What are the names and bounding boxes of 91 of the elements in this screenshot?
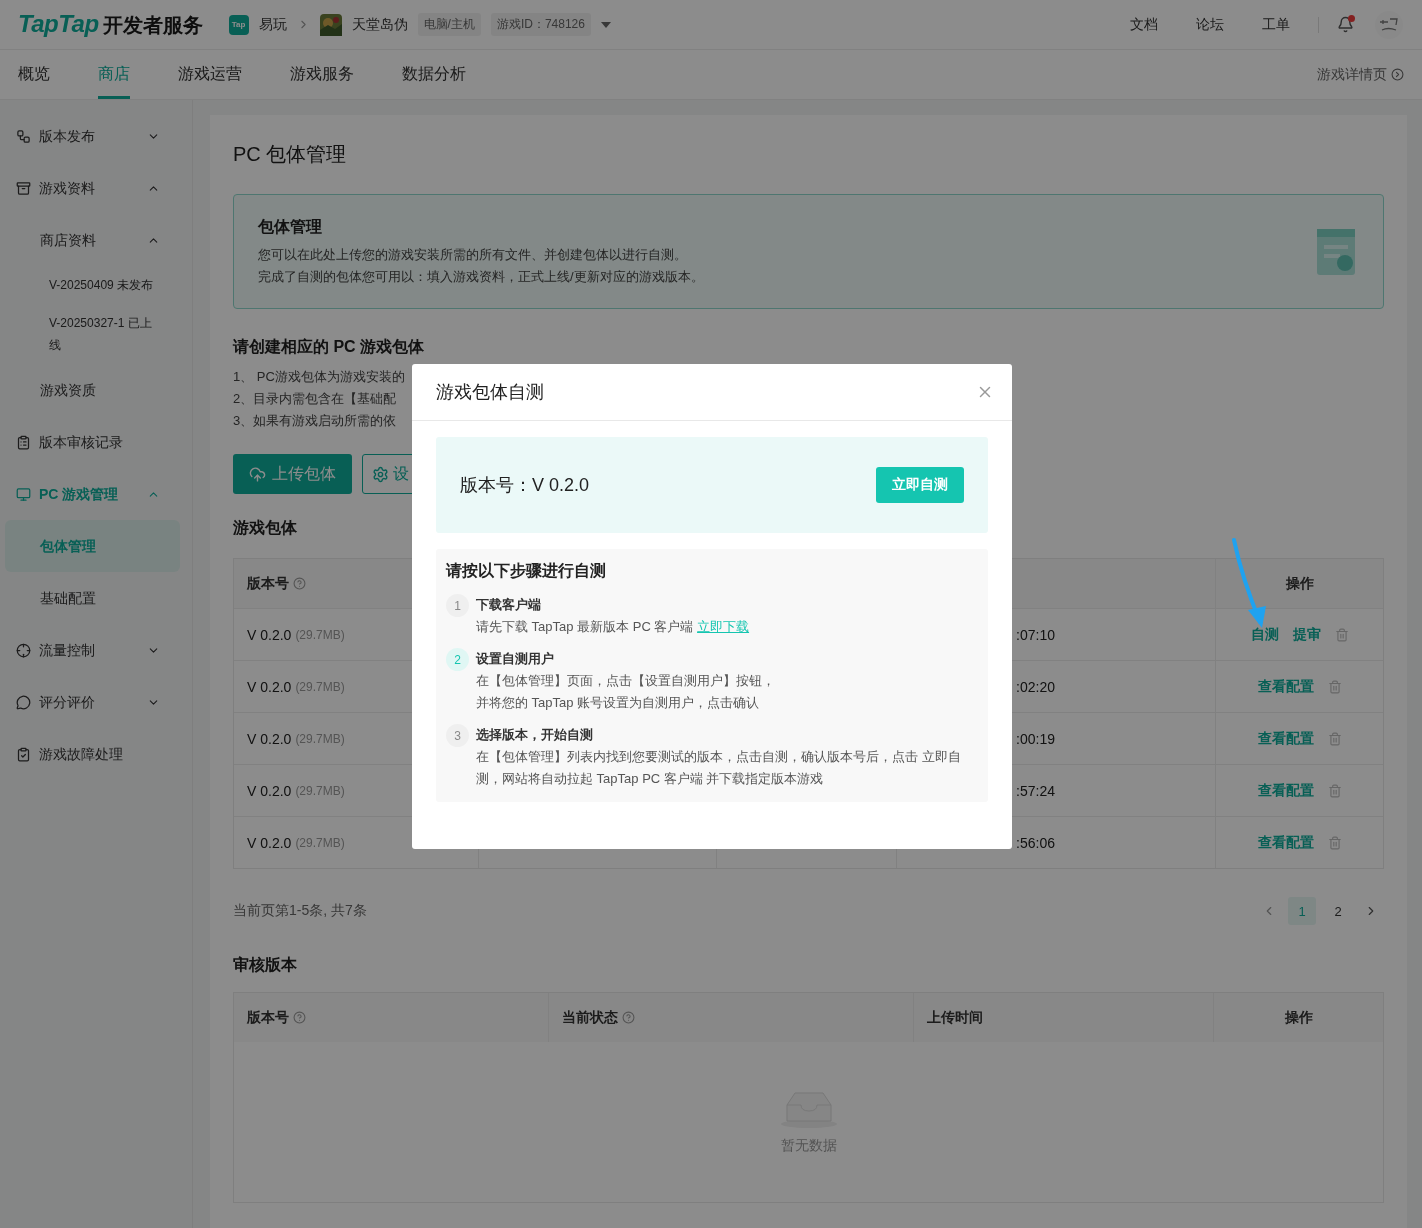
- version-label: 版本号：V 0.2.0: [460, 474, 590, 497]
- step-text: 请先下载 TapTap 最新版本 PC 客户端 立即下载: [476, 618, 750, 636]
- column-header: 版本号: [247, 1008, 289, 1027]
- sidebar-item[interactable]: 版本审核记录: [5, 416, 180, 468]
- info-text: 完成了自测的包体您可用以：填入游戏资料，正式上线/更新对应的游戏版本。: [258, 268, 704, 286]
- info-title: 包体管理: [258, 217, 323, 237]
- step-number: 2: [446, 648, 469, 671]
- section-title: 审核版本: [233, 955, 298, 975]
- section-title: 请创建相应的 PC 游戏包体: [233, 337, 426, 357]
- size-text: (29.7MB): [295, 627, 345, 642]
- upload-time: :56:06: [1016, 834, 1055, 851]
- column-header: 当前状态: [562, 1008, 618, 1027]
- menu-item-icon: [16, 128, 31, 144]
- step-title: 设置自测用户: [476, 650, 555, 668]
- step-text: 并将您的 TapTap 账号设置为自测用户，点击确认: [476, 694, 761, 712]
- size-text: (29.7MB): [295, 731, 345, 746]
- breadcrumb-app[interactable]: 易玩: [258, 15, 287, 34]
- menu-item-icon: [16, 642, 31, 658]
- header-link[interactable]: 工单: [1262, 15, 1290, 34]
- sidebar-item[interactable]: 游戏资料: [5, 162, 180, 214]
- column-header: 上传时间: [927, 1008, 983, 1027]
- menu-item-icon: [16, 486, 31, 502]
- game-tag: 电脑/主机: [417, 13, 481, 36]
- size-text: (29.7MB): [295, 783, 345, 798]
- logo-text: 开发者服务: [102, 13, 203, 38]
- app-badge: Tap: [228, 14, 249, 35]
- nav-tab[interactable]: 数据分析: [402, 50, 466, 99]
- upload-time: :57:24: [1016, 782, 1055, 799]
- sidebar-item[interactable]: 游戏资质: [5, 364, 180, 416]
- section-title: 游戏包体: [233, 518, 298, 538]
- header-link[interactable]: 论坛: [1196, 15, 1224, 34]
- step-number: 3: [446, 724, 469, 747]
- guide-text: 3、如果有游戏启动所需的依: [233, 412, 397, 430]
- trash-icon[interactable]: [1327, 783, 1342, 798]
- modal-title: 游戏包体自测: [436, 381, 544, 404]
- page-title: PC 包体管理: [233, 142, 348, 167]
- step-text: 在【包体管理】页面，点击【设置自测用户】按钮，: [476, 672, 775, 690]
- info-text: 您可以在此处上传您的游戏安装所需的所有文件、并创建包体以进行自测。: [258, 246, 687, 264]
- game-name[interactable]: 天堂岛伪: [351, 15, 408, 34]
- trash-icon[interactable]: [1327, 679, 1342, 694]
- step-text: 在【包体管理】列表内找到您要测试的版本，点击自测，确认版本号后，点击 立即自测，网站将自动拉起 TapTap PC 客户端 并下载指定版本游戏: [476, 748, 962, 788]
- caret-down-icon[interactable]: [600, 21, 611, 28]
- pagination-summary: 当前页第1-5条, 共7条: [233, 902, 368, 920]
- bell-icon[interactable]: [1337, 16, 1354, 33]
- sidebar-item[interactable]: 商店资料: [5, 214, 180, 266]
- menu-item-icon: [16, 434, 31, 450]
- trash-icon[interactable]: [1334, 627, 1349, 642]
- sidebar-item[interactable]: 游戏故障处理: [5, 728, 180, 780]
- menu-item-icon: [16, 180, 31, 196]
- upload-time: :02:20: [1016, 678, 1055, 695]
- version-text: V 0.2.0: [247, 834, 292, 851]
- sidebar-item[interactable]: 评分评价: [5, 676, 180, 728]
- sidebar-item[interactable]: V-20250327-1 已上线: [5, 304, 180, 364]
- help-icon[interactable]: [622, 1011, 635, 1024]
- steps-title: 请按以下步骤进行自测: [446, 561, 607, 581]
- gear-icon: [372, 465, 389, 483]
- nav-tab[interactable]: 游戏运营: [178, 50, 242, 99]
- help-icon[interactable]: [293, 577, 306, 590]
- menu-item-icon: [16, 746, 31, 762]
- trash-icon[interactable]: [1327, 731, 1342, 746]
- help-icon[interactable]: [293, 1011, 306, 1024]
- upload-time: :07:10: [1016, 626, 1055, 643]
- nav-tab[interactable]: 概览: [18, 50, 50, 99]
- game-detail-link[interactable]: 游戏详情页: [1317, 50, 1404, 99]
- guide-text: 1、 PC游戏包体为游戏安装的: [233, 368, 405, 386]
- size-text: (29.7MB): [295, 679, 345, 694]
- size-text: (29.7MB): [295, 835, 345, 850]
- column-header: 操作: [1284, 1008, 1313, 1027]
- version-text: V 0.2.0: [247, 730, 292, 747]
- sidebar-item[interactable]: V-20250409 未发布: [5, 266, 180, 304]
- step-title: 选择版本，开始自测: [476, 726, 594, 744]
- nav-tab[interactable]: 游戏服务: [290, 50, 354, 99]
- upload-time: :00:19: [1016, 730, 1055, 747]
- version-text: V 0.2.0: [247, 626, 292, 643]
- game-tag: 游戏ID：748126: [490, 13, 591, 36]
- sidebar-item[interactable]: 版本发布: [5, 110, 180, 162]
- column-header: 操作: [1285, 574, 1314, 593]
- version-text: V 0.2.0: [247, 782, 292, 799]
- guide-text: 2、目录内需包含在【基础配: [233, 390, 397, 408]
- header-link[interactable]: 文档: [1130, 15, 1158, 34]
- chevron-circle-icon: [1391, 68, 1404, 81]
- version-text: V 0.2.0: [247, 678, 292, 695]
- menu-item-icon: [16, 694, 31, 710]
- sidebar-item[interactable]: 基础配置: [5, 572, 180, 624]
- trash-icon[interactable]: [1327, 835, 1342, 850]
- step-number: 1: [446, 594, 469, 617]
- sidebar-item[interactable]: 流量控制: [5, 624, 180, 676]
- cloud-upload-icon: [249, 465, 266, 483]
- page-button[interactable]: 2: [1324, 897, 1352, 925]
- step-title: 下载客户端: [476, 596, 542, 614]
- column-header: 版本号: [247, 574, 289, 593]
